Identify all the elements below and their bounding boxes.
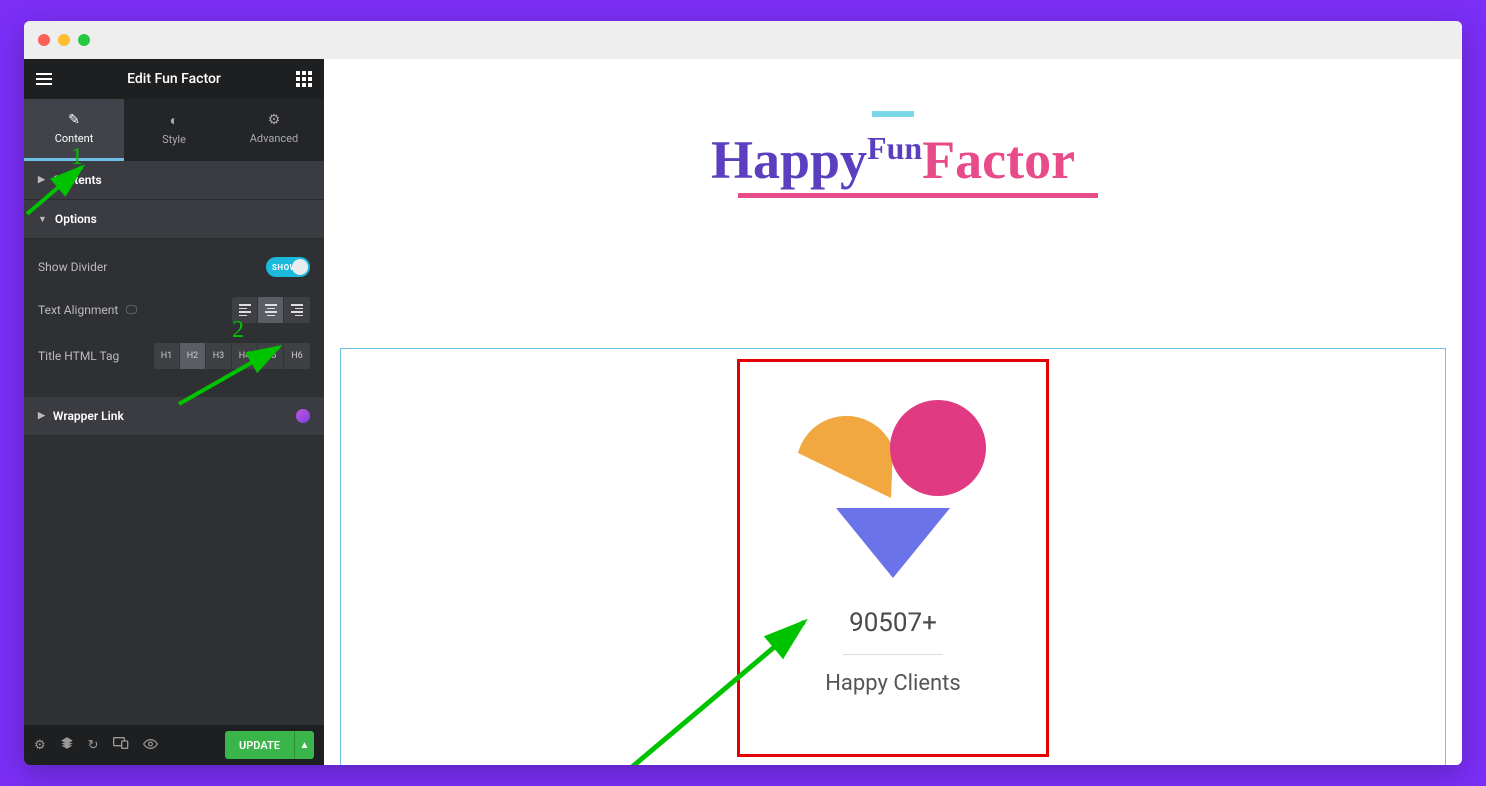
close-window-icon[interactable]: [38, 34, 50, 46]
tab-advanced[interactable]: ⚙ Advanced: [224, 99, 324, 161]
accordion-contents-label: Contents: [53, 173, 102, 187]
update-button[interactable]: UPDATE ▲: [225, 731, 314, 759]
widgets-grid-icon[interactable]: [296, 71, 312, 87]
heading-underline: [738, 193, 1098, 198]
page-heading: HappyFunFactor: [688, 129, 1098, 198]
decorative-accent: [872, 111, 914, 117]
menu-icon[interactable]: [36, 73, 52, 85]
toggle-on-text: SHOW: [272, 263, 297, 272]
minimize-window-icon[interactable]: [58, 34, 70, 46]
accordion-contents[interactable]: ▶ Contents: [24, 161, 324, 200]
tab-style[interactable]: ◐ Style: [124, 99, 224, 161]
contrast-icon: ◐: [124, 112, 224, 129]
pencil-icon: ✎: [24, 112, 124, 128]
caret-right-icon: ▶: [38, 175, 45, 185]
heading-sup: Fun: [867, 130, 922, 166]
caret-right-icon: ▶: [38, 411, 45, 421]
app-body: Edit Fun Factor ✎ Content ◐ Style ⚙ Adva…: [24, 59, 1462, 765]
show-divider-row: Show Divider SHOW: [38, 247, 310, 287]
widget-logo-icon: [793, 398, 993, 588]
page-heading-wrap: HappyFunFactor: [340, 129, 1446, 198]
navigator-icon[interactable]: [60, 736, 74, 754]
accordion-wrapper-link-label: Wrapper Link: [53, 409, 124, 423]
gear-icon: ⚙: [224, 112, 324, 128]
accordion-wrapper-link[interactable]: ▶ Wrapper Link: [24, 397, 324, 436]
sidebar-header: Edit Fun Factor: [24, 59, 324, 99]
tab-advanced-label: Advanced: [250, 132, 298, 145]
update-caret-icon[interactable]: ▲: [294, 731, 314, 759]
tag-h5[interactable]: H5: [258, 343, 284, 369]
align-left-icon: [239, 304, 251, 316]
tag-h6[interactable]: H6: [284, 343, 310, 369]
responsive-icon[interactable]: 🖵: [126, 303, 137, 317]
update-button-label: UPDATE: [225, 731, 294, 759]
titlebar: [24, 21, 1462, 59]
align-right-button[interactable]: [284, 297, 310, 323]
section-container[interactable]: 90507+ Happy Clients: [340, 348, 1446, 765]
panel-title: Edit Fun Factor: [127, 71, 221, 87]
history-icon[interactable]: ↻: [88, 738, 99, 753]
tag-h2[interactable]: H2: [180, 343, 206, 369]
tab-style-label: Style: [162, 133, 186, 146]
editor-canvas[interactable]: HappyFunFactor 90507+ Happy Clients: [324, 59, 1462, 765]
options-body: Show Divider SHOW Text Alignment 🖵: [24, 239, 324, 397]
brand-badge-icon: [296, 409, 310, 423]
editor-sidebar: Edit Fun Factor ✎ Content ◐ Style ⚙ Adva…: [24, 59, 324, 765]
show-divider-label: Show Divider: [38, 260, 107, 274]
annotation-number-2: 2: [232, 317, 244, 344]
tag-h1[interactable]: H1: [154, 343, 180, 369]
title-tag-group: H1 H2 H3 H4 H5 H6: [154, 343, 310, 369]
responsive-mode-icon[interactable]: [113, 737, 129, 753]
panel-scroll: ▶ Contents ▼ Options Show Divider SHOW: [24, 161, 324, 725]
widget-divider: [843, 654, 943, 655]
fun-factor-widget[interactable]: 90507+ Happy Clients: [737, 359, 1049, 757]
tag-h4[interactable]: H4: [232, 343, 258, 369]
tag-h3[interactable]: H3: [206, 343, 232, 369]
sidebar-footer: ⚙ ↻ UPDATE ▲: [24, 725, 324, 765]
maximize-window-icon[interactable]: [78, 34, 90, 46]
caret-down-icon: ▼: [38, 214, 47, 225]
annotation-number-1: 1: [71, 144, 83, 171]
title-tag-label: Title HTML Tag: [38, 349, 119, 363]
text-alignment-label: Text Alignment: [38, 303, 118, 317]
align-center-button[interactable]: [258, 297, 284, 323]
accordion-options[interactable]: ▼ Options: [24, 200, 324, 239]
preview-icon[interactable]: [143, 738, 158, 753]
title-tag-row: Title HTML Tag H1 H2 H3 H4 H5 H6: [38, 333, 310, 379]
widget-title: Happy Clients: [825, 671, 961, 696]
show-divider-toggle[interactable]: SHOW: [266, 257, 310, 277]
text-alignment-row: Text Alignment 🖵: [38, 287, 310, 333]
accordion-options-label: Options: [55, 212, 97, 226]
editor-tabs: ✎ Content ◐ Style ⚙ Advanced: [24, 99, 324, 161]
widget-number: 90507+: [849, 608, 937, 638]
align-right-icon: [291, 304, 303, 316]
align-center-icon: [265, 304, 277, 316]
mac-window: Edit Fun Factor ✎ Content ◐ Style ⚙ Adva…: [24, 21, 1462, 765]
heading-part2: Factor: [922, 130, 1075, 190]
heading-part1: Happy: [711, 130, 867, 190]
settings-icon[interactable]: ⚙: [34, 738, 46, 753]
